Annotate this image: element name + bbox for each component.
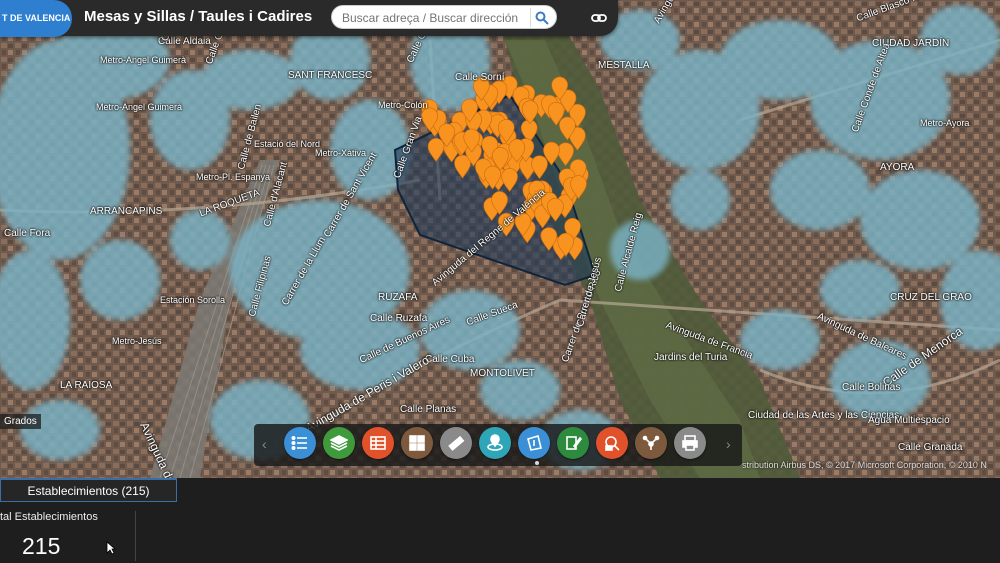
search-icon — [535, 11, 549, 25]
select-polygon-icon — [527, 434, 542, 451]
tool-query-button[interactable] — [596, 427, 628, 459]
link-button[interactable] — [588, 9, 610, 27]
total-value: 215 — [22, 533, 61, 559]
tool-print-button[interactable] — [674, 427, 706, 459]
city-logo[interactable]: T DE VALENCIA — [0, 0, 72, 37]
tab-establecimientos[interactable]: Establecimientos (215) — [0, 478, 177, 502]
layers-icon — [330, 435, 348, 451]
query-icon — [605, 436, 620, 451]
app-title: Mesas y Sillas / Taules i Cadires — [84, 8, 313, 25]
scale-label: Grados — [0, 414, 41, 429]
search-button[interactable] — [530, 8, 552, 27]
divider — [135, 511, 136, 561]
search-box — [331, 5, 557, 29]
tool-basemap-button[interactable] — [401, 427, 433, 459]
list-icon — [291, 435, 307, 451]
network-icon — [642, 435, 660, 450]
map-view[interactable]: Calle Aldaia Metro-Angel Guimerà Metro-Ang… — [0, 0, 1000, 478]
app-root: Calle Aldaia Metro-Angel Guimerà Metro-Ang… — [0, 0, 1000, 563]
map-attribution: stribution Airbus DS, © 2017 Microsoft C… — [742, 460, 987, 470]
tool-layers-button[interactable] — [323, 427, 355, 459]
mouse-cursor-icon — [106, 541, 116, 555]
toolbar-page-indicator — [535, 461, 539, 465]
toolbar-next-icon[interactable]: › — [726, 436, 731, 452]
total-label: tal Establecimientos — [0, 511, 98, 523]
draw-icon — [566, 436, 582, 450]
tool-table-button[interactable] — [362, 427, 394, 459]
map-toolbar: ‹ › — [254, 424, 742, 466]
grid-icon — [409, 435, 425, 451]
tool-share-button[interactable] — [635, 427, 667, 459]
link-icon — [591, 14, 607, 22]
print-icon — [682, 435, 698, 451]
header-bar: T DE VALENCIA Mesas y Sillas / Taules i … — [0, 0, 618, 37]
location-icon — [487, 434, 503, 451]
tool-draw-button[interactable] — [557, 427, 589, 459]
search-input[interactable] — [342, 9, 522, 26]
tool-locate-button[interactable] — [479, 427, 511, 459]
toolbar-prev-icon[interactable]: ‹ — [262, 436, 267, 452]
tool-legend-button[interactable] — [284, 427, 316, 459]
table-icon — [370, 436, 386, 450]
tool-select-button[interactable] — [518, 427, 550, 459]
tool-measure-button[interactable] — [440, 427, 472, 459]
ruler-icon — [448, 435, 465, 451]
satellite-basemap — [0, 0, 1000, 478]
attribute-panel: Establecimientos (215) tal Establecimien… — [0, 478, 1000, 563]
